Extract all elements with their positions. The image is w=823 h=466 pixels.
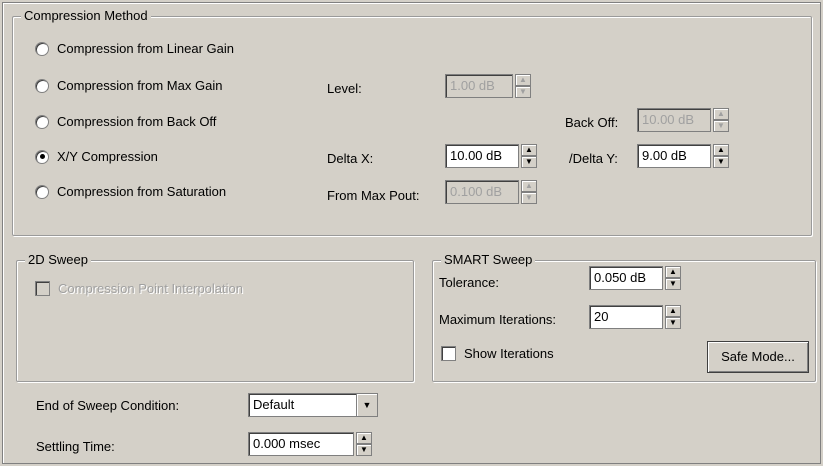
spin-down-icon[interactable]: ▼ [665, 278, 681, 290]
settling-time-field[interactable]: 0.000 msec [248, 432, 354, 456]
radio-back-off[interactable]: Compression from Back Off [35, 114, 216, 129]
radio-xy-compression[interactable]: X/Y Compression [35, 149, 158, 164]
spin-up-icon[interactable]: ▲ [356, 432, 372, 444]
max-iterations-spinner[interactable]: 20 ▲ ▼ [589, 305, 681, 329]
radio-button[interactable] [35, 78, 49, 93]
tolerance-label: Tolerance: [439, 275, 499, 290]
show-iterations-label: Show Iterations [464, 346, 554, 361]
delta-y-field[interactable]: 9.00 dB [637, 144, 711, 168]
settling-time-label: Settling Time: [36, 439, 115, 454]
settling-time-spin-buttons[interactable]: ▲ ▼ [356, 432, 372, 456]
from-max-pout-spin-buttons: ▲ ▼ [521, 180, 537, 204]
spin-up-icon: ▲ [521, 180, 537, 192]
delta-x-label: Delta X: [327, 151, 374, 166]
spin-up-icon[interactable]: ▲ [665, 305, 681, 317]
max-iterations-label: Maximum Iterations: [439, 312, 557, 327]
back-off-spin-buttons: ▲ ▼ [713, 108, 729, 132]
delta-x-field[interactable]: 10.00 dB [445, 144, 519, 168]
radio-max-gain[interactable]: Compression from Max Gain [35, 78, 222, 93]
show-iterations-checkbox[interactable] [441, 346, 456, 361]
spin-up-icon[interactable]: ▲ [713, 144, 729, 156]
end-of-sweep-dropdown[interactable]: Default ▼ [248, 393, 378, 417]
radio-button[interactable] [35, 114, 49, 129]
back-off-label: Back Off: [565, 115, 619, 130]
tolerance-spin-buttons[interactable]: ▲ ▼ [665, 266, 681, 290]
sweep-2d-legend: 2D Sweep [25, 252, 91, 268]
radio-button[interactable] [35, 184, 49, 199]
back-off-spinner[interactable]: 10.00 dB ▲ ▼ [637, 108, 729, 132]
spin-down-icon[interactable]: ▼ [521, 156, 537, 168]
end-of-sweep-label: End of Sweep Condition: [36, 398, 180, 413]
compression-method-group: Compression Method Compression from Line… [12, 8, 812, 236]
delta-y-spinner[interactable]: 9.00 dB ▲ ▼ [637, 144, 729, 168]
radio-label: X/Y Compression [57, 149, 158, 164]
smart-sweep-group: SMART Sweep Tolerance: 0.050 dB ▲ ▼ Maxi… [432, 252, 816, 382]
from-max-pout-spinner[interactable]: 0.100 dB ▲ ▼ [445, 180, 537, 204]
delta-x-spinner[interactable]: 10.00 dB ▲ ▼ [445, 144, 537, 168]
spin-down-icon: ▼ [521, 192, 537, 204]
spin-down-icon: ▼ [515, 86, 531, 98]
from-max-pout-field: 0.100 dB [445, 180, 519, 204]
spin-up-icon[interactable]: ▲ [521, 144, 537, 156]
level-spin-buttons: ▲ ▼ [515, 74, 531, 98]
radio-dot-icon [39, 154, 45, 159]
radio-linear-gain[interactable]: Compression from Linear Gain [35, 41, 234, 56]
level-label: Level: [327, 81, 362, 96]
spin-down-icon[interactable]: ▼ [356, 444, 372, 456]
radio-button-selected[interactable] [35, 149, 49, 164]
interpolation-checkbox-row[interactable]: Compression Point Interpolation [35, 281, 243, 296]
sweep-2d-group: 2D Sweep Compression Point Interpolation [16, 252, 414, 382]
radio-label: Compression from Linear Gain [57, 41, 235, 56]
back-off-field: 10.00 dB [637, 108, 711, 132]
interpolation-checkbox[interactable] [35, 281, 50, 296]
radio-label: Compression from Saturation [57, 184, 227, 199]
spin-down-icon: ▼ [713, 120, 729, 132]
level-field: 1.00 dB [445, 74, 513, 98]
end-of-sweep-value: Default [253, 397, 295, 412]
settling-time-spinner[interactable]: 0.000 msec ▲ ▼ [248, 432, 372, 456]
interpolation-label: Compression Point Interpolation [58, 281, 243, 296]
tolerance-field[interactable]: 0.050 dB [589, 266, 663, 290]
level-spinner[interactable]: 1.00 dB ▲ ▼ [445, 74, 531, 98]
from-max-pout-label: From Max Pout: [327, 188, 420, 203]
max-iterations-field[interactable]: 20 [589, 305, 663, 329]
safe-mode-button[interactable]: Safe Mode... [707, 341, 809, 373]
radio-saturation[interactable]: Compression from Saturation [35, 184, 226, 199]
delta-y-spin-buttons[interactable]: ▲ ▼ [713, 144, 729, 168]
spin-down-icon[interactable]: ▼ [665, 317, 681, 329]
delta-x-spin-buttons[interactable]: ▲ ▼ [521, 144, 537, 168]
spin-up-icon[interactable]: ▲ [665, 266, 681, 278]
show-iterations-checkbox-row[interactable]: Show Iterations [441, 346, 554, 361]
spin-up-icon: ▲ [713, 108, 729, 120]
max-iterations-spin-buttons[interactable]: ▲ ▼ [665, 305, 681, 329]
smart-sweep-legend: SMART Sweep [441, 252, 536, 268]
radio-button[interactable] [35, 41, 49, 56]
delta-y-label: /Delta Y: [569, 151, 618, 166]
tolerance-spinner[interactable]: 0.050 dB ▲ ▼ [589, 266, 681, 290]
spin-down-icon[interactable]: ▼ [713, 156, 729, 168]
radio-label: Compression from Max Gain [57, 78, 223, 93]
chevron-down-icon[interactable]: ▼ [356, 394, 377, 416]
radio-label: Compression from Back Off [57, 114, 217, 129]
compression-method-legend: Compression Method [21, 8, 151, 24]
spin-up-icon: ▲ [515, 74, 531, 86]
